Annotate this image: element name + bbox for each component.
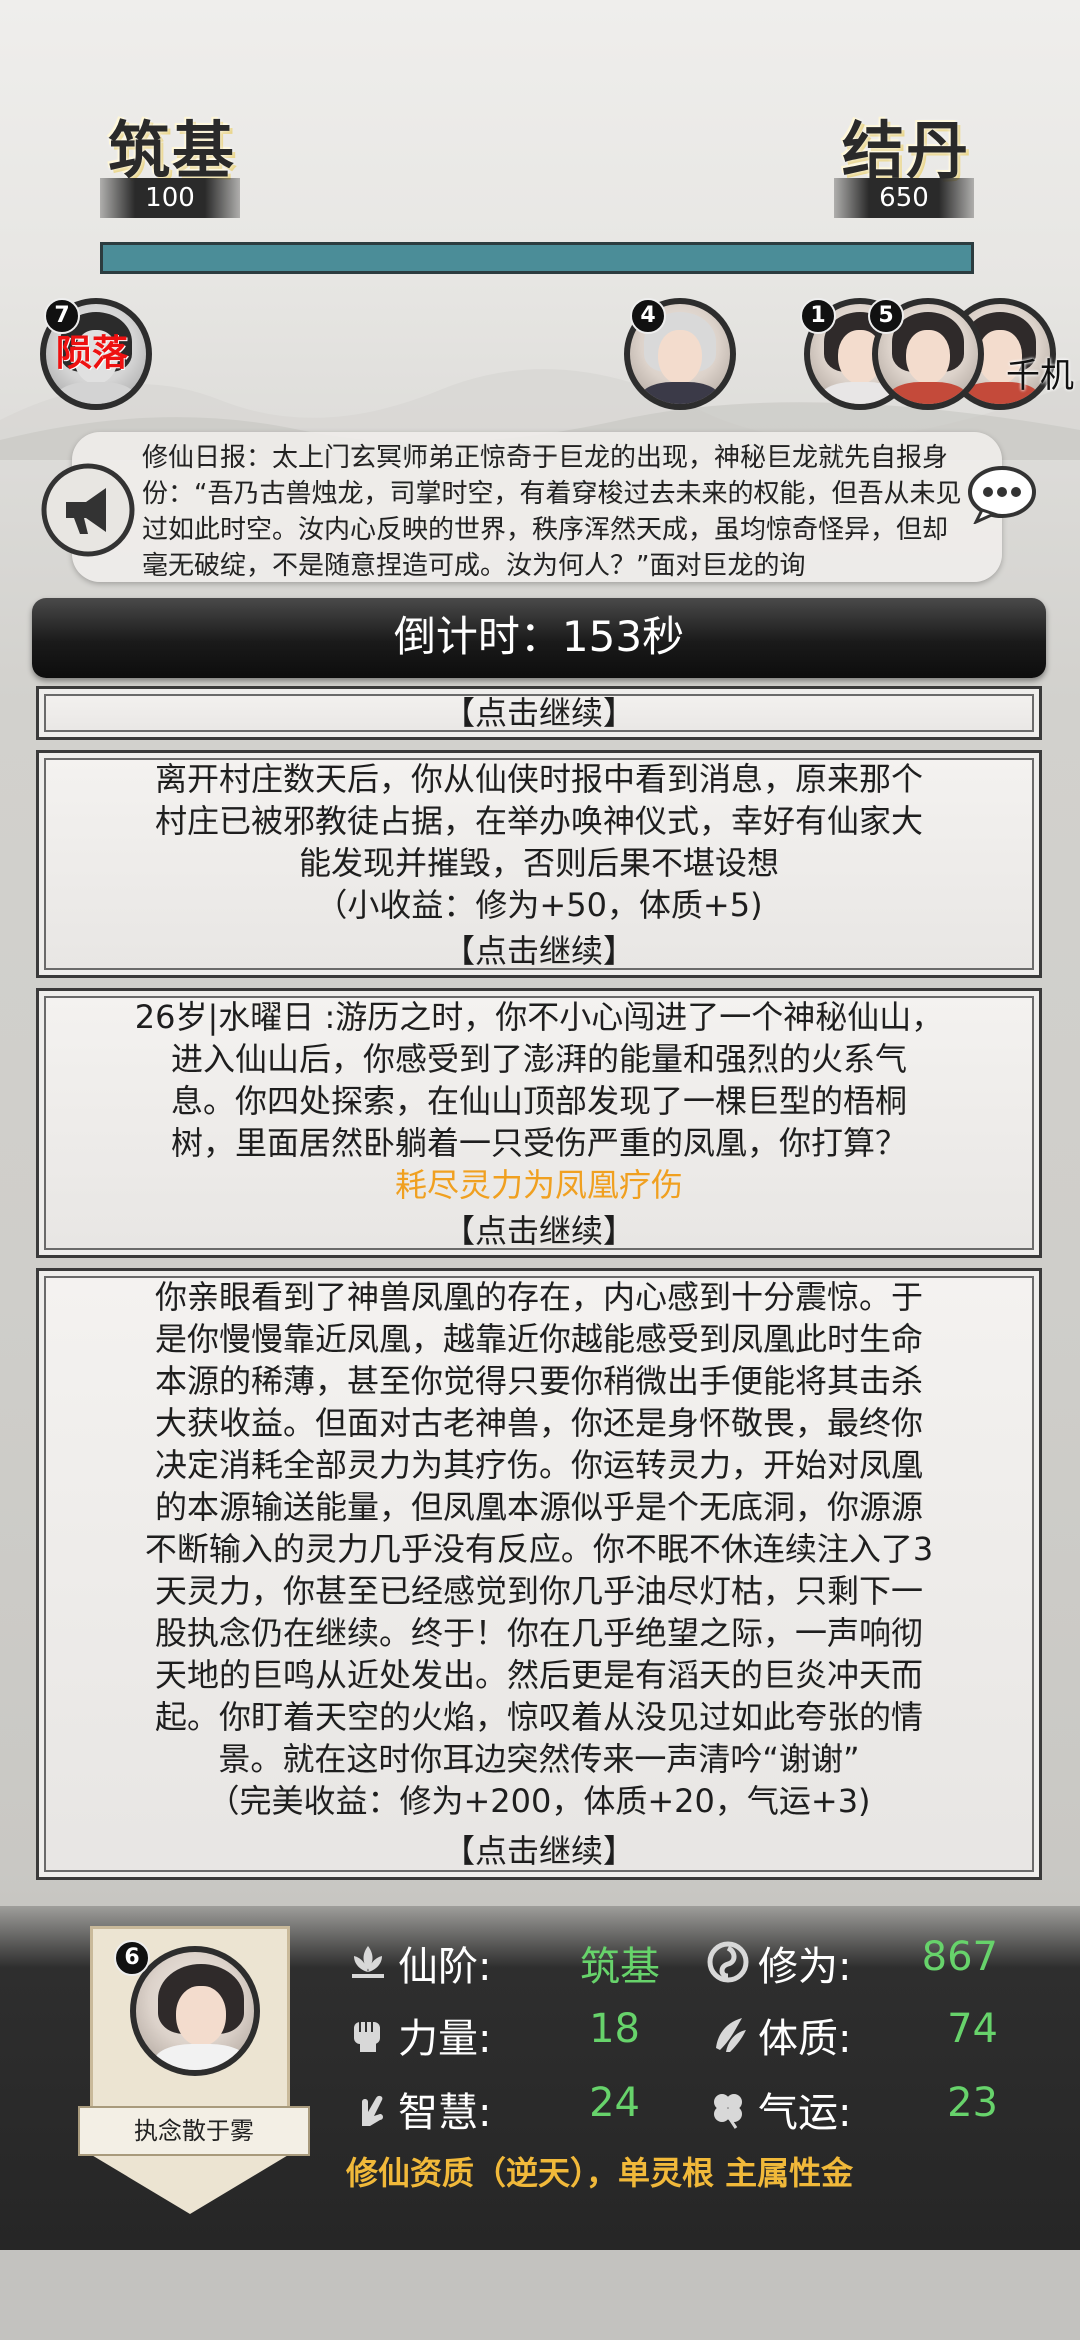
event-line: 天地的巨鸣从近处发出。然后更是有滔天的巨炎冲天而	[154, 1656, 923, 1694]
player-title: 执念散于雾	[78, 2106, 310, 2156]
event-line: 的本源输送能量，但凤凰本源似乎是个无底洞，你源源	[154, 1488, 923, 1526]
feather-hand-icon	[716, 2018, 746, 2052]
event-choice-link[interactable]: 耗尽灵力为凤凰疗伤	[36, 1164, 1042, 1206]
rank-label: 仙阶:	[398, 1944, 492, 1990]
event-text: 你亲眼看到了神兽凤凰的存在，内心感到十分震惊。于 是你慢慢靠近凤凰，越靠近你越能…	[36, 1276, 1042, 1822]
character-badge: 4	[630, 298, 666, 334]
luck-label: 气运:	[758, 2090, 852, 2136]
event-reward: （完美收益：修为+200，体质+20，气运+3)	[207, 1782, 871, 1820]
event-line: 股执念仍在继续。终于！你在几乎绝望之际，一声响彻	[154, 1614, 923, 1652]
strength-label: 力量:	[398, 2016, 492, 2062]
player-avatar[interactable]	[130, 1946, 260, 2076]
event-line: 村庄已被邪教徒占据，在举办唤神仪式，幸好有仙家大	[154, 802, 923, 840]
event-line: 大获收益。但面对古老神兽，你还是身怀敬畏，最终你	[154, 1404, 923, 1442]
player-badge: 6	[114, 1940, 150, 1976]
continue-link[interactable]: 【点击继续】	[36, 1826, 1042, 1872]
megaphone-icon	[41, 463, 135, 557]
clover-icon	[714, 2094, 742, 2129]
event-reward: （小收益：修为+50，体质+5)	[315, 886, 763, 924]
character-name-label: 千机	[1006, 356, 1074, 396]
constitution-label: 体质:	[758, 2016, 852, 2062]
next-realm-name: 结丹	[842, 114, 971, 187]
current-realm-name: 筑基	[108, 114, 237, 187]
event-line: 不断输入的灵力几乎没有反应。你不眠不休连续注入了3	[144, 1530, 934, 1568]
event-line: 天灵力，你甚至已经感觉到你几乎油尽灯枯，只剩下一	[154, 1572, 923, 1610]
cultivation-value: 867	[921, 1934, 998, 1980]
next-realm-value: 650	[834, 178, 974, 218]
realm-progress-bar	[100, 242, 974, 274]
wisdom-value: 24	[589, 2080, 640, 2126]
wisdom-hand-icon	[362, 2095, 383, 2126]
lotus-icon	[352, 1946, 384, 1978]
countdown-banner: 倒计时：153秒	[32, 598, 1046, 678]
swirl-icon	[707, 1941, 749, 1983]
fist-icon	[354, 2022, 380, 2052]
event-text: 26岁|水曜日 :游历之时，你不小心闯进了一个神秘仙山， 进入仙山后，你感受到了…	[36, 996, 1042, 1206]
character-badge: 1	[800, 298, 836, 334]
cultivation-label: 修为:	[758, 1944, 852, 1990]
chat-bubble-icon[interactable]	[966, 464, 1038, 524]
event-line: 决定消耗全部灵力为其疗伤。你运转灵力，开始对凤凰	[154, 1446, 923, 1484]
event-line: 息。你四处探索，在仙山顶部发现了一棵巨型的梧桐	[170, 1082, 907, 1120]
event-line: 景。就在这时你耳边突然传来一声清吟“谢谢”	[218, 1740, 860, 1778]
news-text: 修仙日报：太上门玄冥师弟正惊奇于巨龙的出现，神秘巨龙就先自报身份：“吾乃古兽烛龙…	[142, 443, 962, 581]
rank-value: 筑基	[580, 1944, 660, 1990]
strength-value: 18	[589, 2006, 640, 2052]
event-line: 起。你盯着天空的火焰，惊叹着从没见过如此夸张的情	[154, 1698, 923, 1736]
continue-link[interactable]: 【点击继续】	[36, 1206, 1042, 1252]
wisdom-label: 智慧:	[398, 2090, 492, 2136]
constitution-value: 74	[947, 2006, 998, 2052]
event-line: 你亲眼看到了神兽凤凰的存在，内心感到十分震惊。于	[154, 1278, 923, 1316]
continue-link[interactable]: 【点击继续】	[36, 688, 1042, 734]
footer-bar	[0, 2250, 1080, 2340]
event-line: 树，里面居然卧躺着一只受伤严重的凤凰，你打算？	[170, 1124, 907, 1162]
event-line: 是你慢慢靠近凤凰，越靠近你越能感受到凤凰此时生命	[154, 1320, 923, 1358]
aptitude-text: 修仙资质（逆天），单灵根 主属性金	[346, 2154, 854, 2192]
event-line: 能发现并摧毁，否则后果不堪设想	[298, 844, 779, 882]
portrait-banner-tail	[90, 2154, 290, 2214]
luck-value: 23	[947, 2080, 998, 2126]
event-line: 26岁|水曜日 :游历之时，你不小心闯进了一个神秘仙山，	[134, 998, 944, 1036]
event-text: 离开村庄数天后，你从仙侠时报中看到消息，原来那个 村庄已被邪教徒占据，在举办唤神…	[36, 758, 1042, 926]
character-badge: 5	[868, 298, 904, 334]
event-line: 进入仙山后，你感受到了澎湃的能量和强烈的火系气	[170, 1040, 907, 1078]
current-realm-value: 100	[100, 178, 240, 218]
continue-link[interactable]: 【点击继续】	[36, 926, 1042, 972]
event-line: 本源的稀薄，甚至你觉得只要你稍微出手便能将其击杀	[154, 1362, 923, 1400]
event-line: 离开村庄数天后，你从仙侠时报中看到消息，原来那个	[154, 760, 923, 798]
fallen-status-label: 陨落	[56, 333, 129, 374]
